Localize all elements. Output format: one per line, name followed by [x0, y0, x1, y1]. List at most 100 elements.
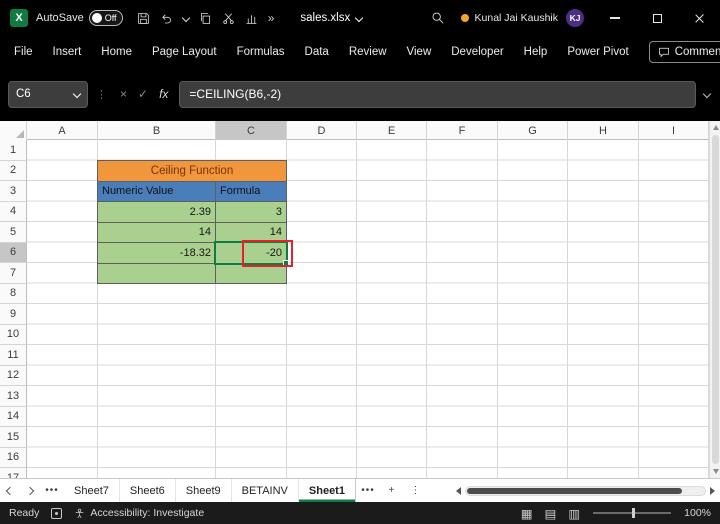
scroll-up-icon[interactable]: [712, 125, 719, 130]
sheet-nav-right[interactable]: [20, 479, 40, 502]
minimize-button[interactable]: [594, 0, 636, 36]
tab-developer[interactable]: Developer: [451, 46, 503, 58]
insert-function-icon[interactable]: fx: [159, 87, 168, 101]
cell-c7[interactable]: [216, 263, 287, 284]
save-icon[interactable]: [137, 12, 150, 25]
sheet-more-right[interactable]: •••: [356, 479, 380, 502]
vertical-scroll-thumb[interactable]: [712, 135, 719, 464]
row-header-8[interactable]: 8: [0, 283, 27, 304]
row-header-12[interactable]: 12: [0, 365, 27, 386]
toolbar-overflow-icon[interactable]: »: [268, 11, 275, 25]
tab-power-pivot[interactable]: Power Pivot: [567, 46, 628, 58]
name-box[interactable]: C6: [8, 80, 88, 108]
row-header-1[interactable]: 1: [0, 140, 27, 161]
cell-b5[interactable]: 14: [98, 222, 216, 243]
row-header-2[interactable]: 2: [0, 160, 27, 181]
sheet-menu-button[interactable]: ⋮: [404, 479, 428, 502]
column-header-e[interactable]: E: [357, 121, 427, 140]
comments-button[interactable]: Comments: [648, 40, 720, 63]
name-box-dropdown-icon[interactable]: [72, 89, 82, 99]
tab-file[interactable]: File: [14, 46, 33, 58]
search-icon[interactable]: [431, 11, 445, 25]
column-header-d[interactable]: D: [287, 121, 357, 140]
row-header-10[interactable]: 10: [0, 324, 27, 345]
horizontal-scroll-track[interactable]: [465, 485, 706, 496]
row-header-11[interactable]: 11: [0, 345, 27, 366]
accessibility-status[interactable]: Accessibility: Investigate: [74, 507, 204, 519]
user-name[interactable]: Kunal Jai Kaushik: [475, 12, 558, 24]
horizontal-scrollbar[interactable]: [456, 479, 720, 502]
normal-view-icon[interactable]: ▦: [521, 506, 533, 521]
macro-record-icon[interactable]: [51, 507, 63, 519]
sheet-more-left[interactable]: •••: [40, 479, 64, 502]
column-header-g[interactable]: G: [498, 121, 568, 140]
undo-dropdown-icon[interactable]: [181, 13, 190, 23]
maximize-button[interactable]: [636, 0, 678, 36]
formula-bar-expand-icon[interactable]: [702, 89, 712, 99]
sheet-tab-active[interactable]: Sheet1: [299, 479, 356, 502]
sheet-tab-sheet6[interactable]: Sheet6: [120, 479, 176, 502]
tab-data[interactable]: Data: [305, 46, 329, 58]
sheet-nav-left[interactable]: [0, 479, 20, 502]
row-header-15[interactable]: 15: [0, 427, 27, 448]
column-header-i[interactable]: I: [639, 121, 709, 140]
row-header-7[interactable]: 7: [0, 263, 27, 284]
row-header-3[interactable]: 3: [0, 181, 27, 202]
cell-b4[interactable]: 2.39: [98, 202, 216, 223]
page-layout-view-icon[interactable]: ▤: [545, 506, 557, 521]
autosave-switch[interactable]: Off: [88, 10, 123, 26]
table-header-cell[interactable]: Numeric Value: [98, 181, 216, 202]
scroll-down-icon[interactable]: [712, 469, 719, 474]
undo-icon[interactable]: [160, 12, 173, 25]
close-button[interactable]: [678, 0, 720, 36]
tab-home[interactable]: Home: [101, 46, 132, 58]
sheet-tab-sheet7[interactable]: Sheet7: [64, 479, 120, 502]
select-all-corner[interactable]: [0, 121, 27, 140]
row-header-5[interactable]: 5: [0, 222, 27, 243]
row-header-14[interactable]: 14: [0, 406, 27, 427]
cell-c4[interactable]: 3: [216, 202, 287, 223]
cell-grid[interactable]: Ceiling Function Numeric Value Formula 2…: [27, 140, 709, 478]
tab-page-layout[interactable]: Page Layout: [152, 46, 217, 58]
tab-insert[interactable]: Insert: [53, 46, 82, 58]
page-break-view-icon[interactable]: ▥: [568, 506, 580, 521]
row-header-9[interactable]: 9: [0, 304, 27, 325]
column-header-f[interactable]: F: [427, 121, 498, 140]
vertical-scrollbar[interactable]: [709, 121, 720, 478]
row-header-6[interactable]: 6: [0, 242, 27, 263]
autosave-toggle[interactable]: AutoSave Off: [36, 10, 123, 26]
zoom-slider[interactable]: [593, 508, 672, 518]
tab-help[interactable]: Help: [524, 46, 548, 58]
scroll-left-icon[interactable]: [456, 486, 461, 495]
tab-view[interactable]: View: [407, 46, 432, 58]
table-title-cell[interactable]: Ceiling Function: [98, 161, 287, 182]
table-header-cell[interactable]: Formula: [216, 181, 287, 202]
scroll-right-icon[interactable]: [710, 486, 715, 495]
avatar[interactable]: KJ: [566, 9, 584, 27]
zoom-level[interactable]: 100%: [684, 507, 711, 519]
cell-b7[interactable]: [98, 263, 216, 284]
copy-icon[interactable]: [199, 12, 212, 25]
column-header-c[interactable]: C: [216, 121, 287, 140]
confirm-entry-icon[interactable]: ✓: [138, 87, 148, 101]
row-header-17[interactable]: 17: [0, 468, 27, 478]
sheet-tab-sheet9[interactable]: Sheet9: [176, 479, 232, 502]
column-header-b[interactable]: B: [98, 121, 216, 140]
row-header-13[interactable]: 13: [0, 386, 27, 407]
cell-b6[interactable]: -18.32: [98, 243, 216, 264]
row-header-16[interactable]: 16: [0, 447, 27, 468]
row-header-4[interactable]: 4: [0, 201, 27, 222]
tab-review[interactable]: Review: [349, 46, 387, 58]
column-header-a[interactable]: A: [27, 121, 98, 140]
add-sheet-button[interactable]: +: [380, 479, 404, 502]
document-title[interactable]: sales.xlsx: [300, 12, 364, 24]
cut-icon[interactable]: [222, 12, 235, 25]
zoom-slider-handle[interactable]: [632, 508, 636, 518]
chart-icon[interactable]: [245, 12, 258, 25]
sheet-tab-betainv[interactable]: BETAINV: [232, 479, 299, 502]
formula-input[interactable]: =CEILING(B6,-2): [179, 80, 696, 108]
horizontal-scroll-thumb[interactable]: [467, 487, 683, 494]
cancel-entry-icon[interactable]: ×: [120, 87, 127, 101]
tab-formulas[interactable]: Formulas: [237, 46, 285, 58]
column-header-h[interactable]: H: [568, 121, 639, 140]
